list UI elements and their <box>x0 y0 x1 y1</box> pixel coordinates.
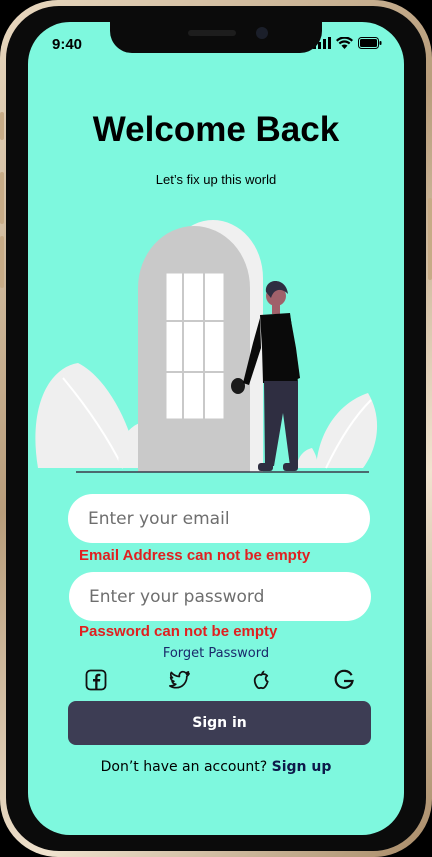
page-subtitle: Let’s fix up this world <box>155 172 277 187</box>
sign-up-link[interactable]: Sign up <box>272 759 332 775</box>
screen: 9:40 Welcome Back Let’s fix up this worl… <box>28 22 404 835</box>
password-field-container[interactable] <box>69 572 371 621</box>
status-time: 9:40 <box>52 36 83 53</box>
twitter-login-button[interactable] <box>166 667 192 693</box>
volume-up-button <box>0 172 4 224</box>
forget-password-link[interactable]: Forget Password <box>28 646 404 661</box>
password-error-text: Password can not be empty <box>79 623 278 640</box>
page-title: Welcome Back <box>92 110 340 149</box>
apple-login-button[interactable] <box>248 667 274 693</box>
social-login-row <box>83 667 357 693</box>
google-icon <box>334 669 354 689</box>
speaker <box>188 30 236 36</box>
door-window <box>165 272 225 420</box>
password-input[interactable] <box>69 572 371 621</box>
email-input[interactable] <box>68 494 370 543</box>
camera <box>256 27 268 39</box>
signup-row: Don’t have an account? Sign up <box>28 759 404 775</box>
email-error-text: Email Address can not be empty <box>79 547 311 564</box>
door-illustration <box>35 220 378 473</box>
wifi-icon <box>336 37 353 49</box>
signup-prompt: Don’t have an account? <box>100 759 268 775</box>
notch <box>110 22 322 53</box>
mute-switch <box>0 112 4 140</box>
volume-down-button <box>0 236 4 288</box>
status-icons <box>313 37 382 49</box>
door-knob <box>231 378 245 394</box>
battery-icon <box>358 37 382 49</box>
facebook-login-button[interactable] <box>83 667 109 693</box>
sign-in-button[interactable]: Sign in <box>68 701 371 745</box>
google-login-button[interactable] <box>331 667 357 693</box>
right-small-leaf <box>296 448 318 468</box>
power-button <box>428 198 432 280</box>
twitter-icon <box>168 670 190 689</box>
apple-icon <box>254 670 269 690</box>
email-field-container[interactable] <box>68 494 370 543</box>
facebook-icon <box>85 669 107 691</box>
